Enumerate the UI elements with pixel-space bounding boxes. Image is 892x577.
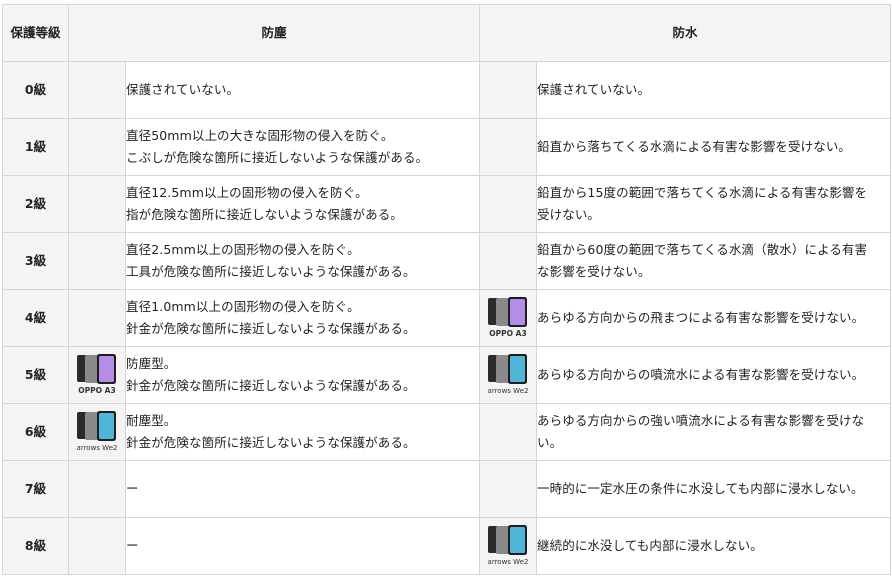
dust-phone-cell: OPPO A3 [68, 346, 126, 404]
dust-description: 直径2.5mm以上の固形物の侵入を防ぐ。工具が危険な箇所に接近しないような保護が… [124, 232, 481, 290]
header-grade: 保護等級 [2, 4, 69, 62]
water-phone-cell: arrows We2 [479, 517, 538, 575]
svg-text:arrows We2: arrows We2 [488, 387, 529, 395]
grade-cell: 8級 [2, 517, 69, 575]
dust-description: ー [124, 517, 481, 575]
description-line: 鉛直から60度の範囲で落ちてくる水滴（散水）による有害 [537, 242, 868, 257]
table-row: 2級 直径12.5mm以上の固形物の侵入を防ぐ。 指が危険な箇所に接近しないような保… [2, 175, 892, 233]
dust-phone-cell [68, 118, 126, 176]
table-row: 8級 ー arrows We2 継続的に水没しても内部に浸水しない。 [2, 517, 892, 575]
description-line: ー [126, 481, 139, 496]
table-row: 4級 直径1.0mm以上の固形物の侵入を防ぐ。 針金が危険な箇所に接近しないような保… [2, 289, 892, 347]
water-phone-cell [479, 118, 538, 176]
description-line: 指が危険な箇所に接近しないような保護がある。 [126, 207, 403, 222]
description-line: な影響を受けない。 [537, 264, 651, 279]
water-description: あらゆる方向からの飛まつによる有害な影響を受けない。 [536, 289, 892, 347]
grade-cell: 5級 [2, 346, 69, 404]
dust-phone-cell [68, 517, 126, 575]
table-row: 1級 直径50mm以上の大きな固形物の侵入を防ぐ。 こぶしが危険な箇所に接近しないよ… [2, 118, 892, 176]
protection-rating-table: 保護等級 防塵 防水 0級 保護されていない。 保護されていない。 1級 直径50mm以… [2, 4, 892, 575]
header-water: 防水 [479, 4, 892, 62]
description-line: 直径2.5mm以上の固形物の侵入を防ぐ。 [126, 242, 360, 257]
phone-image: OPPO A3 [74, 354, 120, 395]
description-line: 耐塵型。 [126, 413, 177, 428]
water-phone-cell: arrows We2 [479, 346, 538, 404]
description-line: 直径12.5mm以上の固形物の侵入を防ぐ。 [126, 185, 368, 200]
description-line: 直径1.0mm以上の固形物の侵入を防ぐ。 [126, 299, 360, 314]
water-description: 鉛直から15度の範囲で落ちてくる水滴による有害な影響を 受けない。 [536, 175, 892, 233]
dust-phone-cell [68, 460, 126, 518]
description-line: 保護されていない。 [537, 82, 651, 97]
description-line: あらゆる方向からの飛まつによる有害な影響を受けない。 [537, 310, 865, 325]
description-line: 防塵型。 [126, 356, 177, 371]
dust-phone-cell [68, 289, 126, 347]
dust-description: 耐塵型。針金が危険な箇所に接近しないような保護がある。 [124, 403, 481, 461]
svg-text:arrows We2: arrows We2 [488, 558, 529, 566]
dust-description: 保護されていない。 [124, 61, 481, 119]
grade-cell: 1級 [2, 118, 69, 176]
water-description: あらゆる方向からの強い噴流水による有害な影響を受けな い。 [536, 403, 892, 461]
water-phone-cell [479, 232, 538, 290]
description-line: 一時的に一定水圧の条件に水没しても内部に浸水しない。 [537, 481, 864, 496]
description-line: 受けない。 [537, 207, 601, 222]
svg-text:OPPO A3: OPPO A3 [78, 386, 115, 395]
svg-text:OPPO A3: OPPO A3 [489, 329, 526, 338]
water-description: 保護されていない。 [536, 61, 892, 119]
table-row: 7級 ー 一時的に一定水圧の条件に水没しても内部に浸水しない。 [2, 460, 892, 518]
dust-description: ー [124, 460, 481, 518]
description-line: あらゆる方向からの強い噴流水による有害な影響を受けな [537, 413, 865, 428]
table-header-row: 保護等級 防塵 防水 [2, 4, 892, 62]
description-line: 針金が危険な箇所に接近しないような保護がある。 [126, 321, 416, 336]
description-line: こぶしが危険な箇所に接近しないような保護がある。 [126, 150, 429, 165]
dust-description: 直径1.0mm以上の固形物の侵入を防ぐ。針金が危険な箇所に接近しないような保護が… [124, 289, 481, 347]
water-phone-cell [479, 403, 538, 461]
dust-description: 直径12.5mm以上の固形物の侵入を防ぐ。指が危険な箇所に接近しないような保護が… [124, 175, 481, 233]
grade-cell: 6級 [2, 403, 69, 461]
grade-cell: 0級 [2, 61, 69, 119]
grade-cell: 7級 [2, 460, 69, 518]
water-description: 継続的に水没しても内部に浸水しない。 [536, 517, 892, 575]
description-line: 針金が危険な箇所に接近しないような保護がある。 [126, 378, 416, 393]
description-line: い。 [537, 435, 563, 450]
grade-cell: 4級 [2, 289, 69, 347]
water-phone-cell [479, 61, 538, 119]
dust-phone-cell [68, 175, 126, 233]
phone-image: OPPO A3 [485, 297, 531, 338]
description-line: 鉛直から15度の範囲で落ちてくる水滴による有害な影響を [537, 185, 868, 200]
water-phone-cell: OPPO A3 [479, 289, 538, 347]
svg-text:arrows We2: arrows We2 [77, 444, 118, 452]
description-line: 針金が危険な箇所に接近しないような保護がある。 [126, 435, 416, 450]
description-line: あらゆる方向からの噴流水による有害な影響を受けない。 [537, 367, 865, 382]
dust-description: 防塵型。針金が危険な箇所に接近しないような保護がある。 [124, 346, 481, 404]
phone-image: arrows We2 [74, 411, 120, 452]
phone-image: arrows We2 [485, 354, 531, 395]
water-phone-cell [479, 460, 538, 518]
water-description: 一時的に一定水圧の条件に水没しても内部に浸水しない。 [536, 460, 892, 518]
dust-description: 直径50mm以上の大きな固形物の侵入を防ぐ。こぶしが危険な箇所に接近しないような… [124, 118, 481, 176]
water-description: 鉛直から60度の範囲で落ちてくる水滴（散水）による有害 な影響を受けない。 [536, 232, 892, 290]
dust-phone-cell [68, 232, 126, 290]
table-row: 0級 保護されていない。 保護されていない。 [2, 61, 892, 119]
table-row: 3級 直径2.5mm以上の固形物の侵入を防ぐ。 工具が危険な箇所に接近しないような保… [2, 232, 892, 290]
grade-cell: 3級 [2, 232, 69, 290]
description-line: 鉛直から落ちてくる水滴による有害な影響を受けない。 [537, 139, 852, 154]
grade-cell: 2級 [2, 175, 69, 233]
water-description: あらゆる方向からの噴流水による有害な影響を受けない。 [536, 346, 892, 404]
table-row: 6級 arrows We2 耐塵型。 針金が危険な箇所に接近しないような保護がある。あ… [2, 403, 892, 461]
description-line: ー [126, 538, 139, 553]
description-line: 工具が危険な箇所に接近しないような保護がある。 [126, 264, 416, 279]
dust-phone-cell [68, 61, 126, 119]
description-line: 継続的に水没しても内部に浸水しない。 [537, 538, 763, 553]
phone-image: arrows We2 [485, 525, 531, 566]
description-line: 直径50mm以上の大きな固形物の侵入を防ぐ。 [126, 128, 394, 143]
water-phone-cell [479, 175, 538, 233]
table-row: 5級 OPPO A3 防塵型。針金が危険な箇所に接近しないような保護がある。 arro… [2, 346, 892, 404]
dust-phone-cell: arrows We2 [68, 403, 126, 461]
description-line: 保護されていない。 [126, 82, 240, 97]
water-description: 鉛直から落ちてくる水滴による有害な影響を受けない。 [536, 118, 892, 176]
header-dust: 防塵 [67, 4, 481, 62]
